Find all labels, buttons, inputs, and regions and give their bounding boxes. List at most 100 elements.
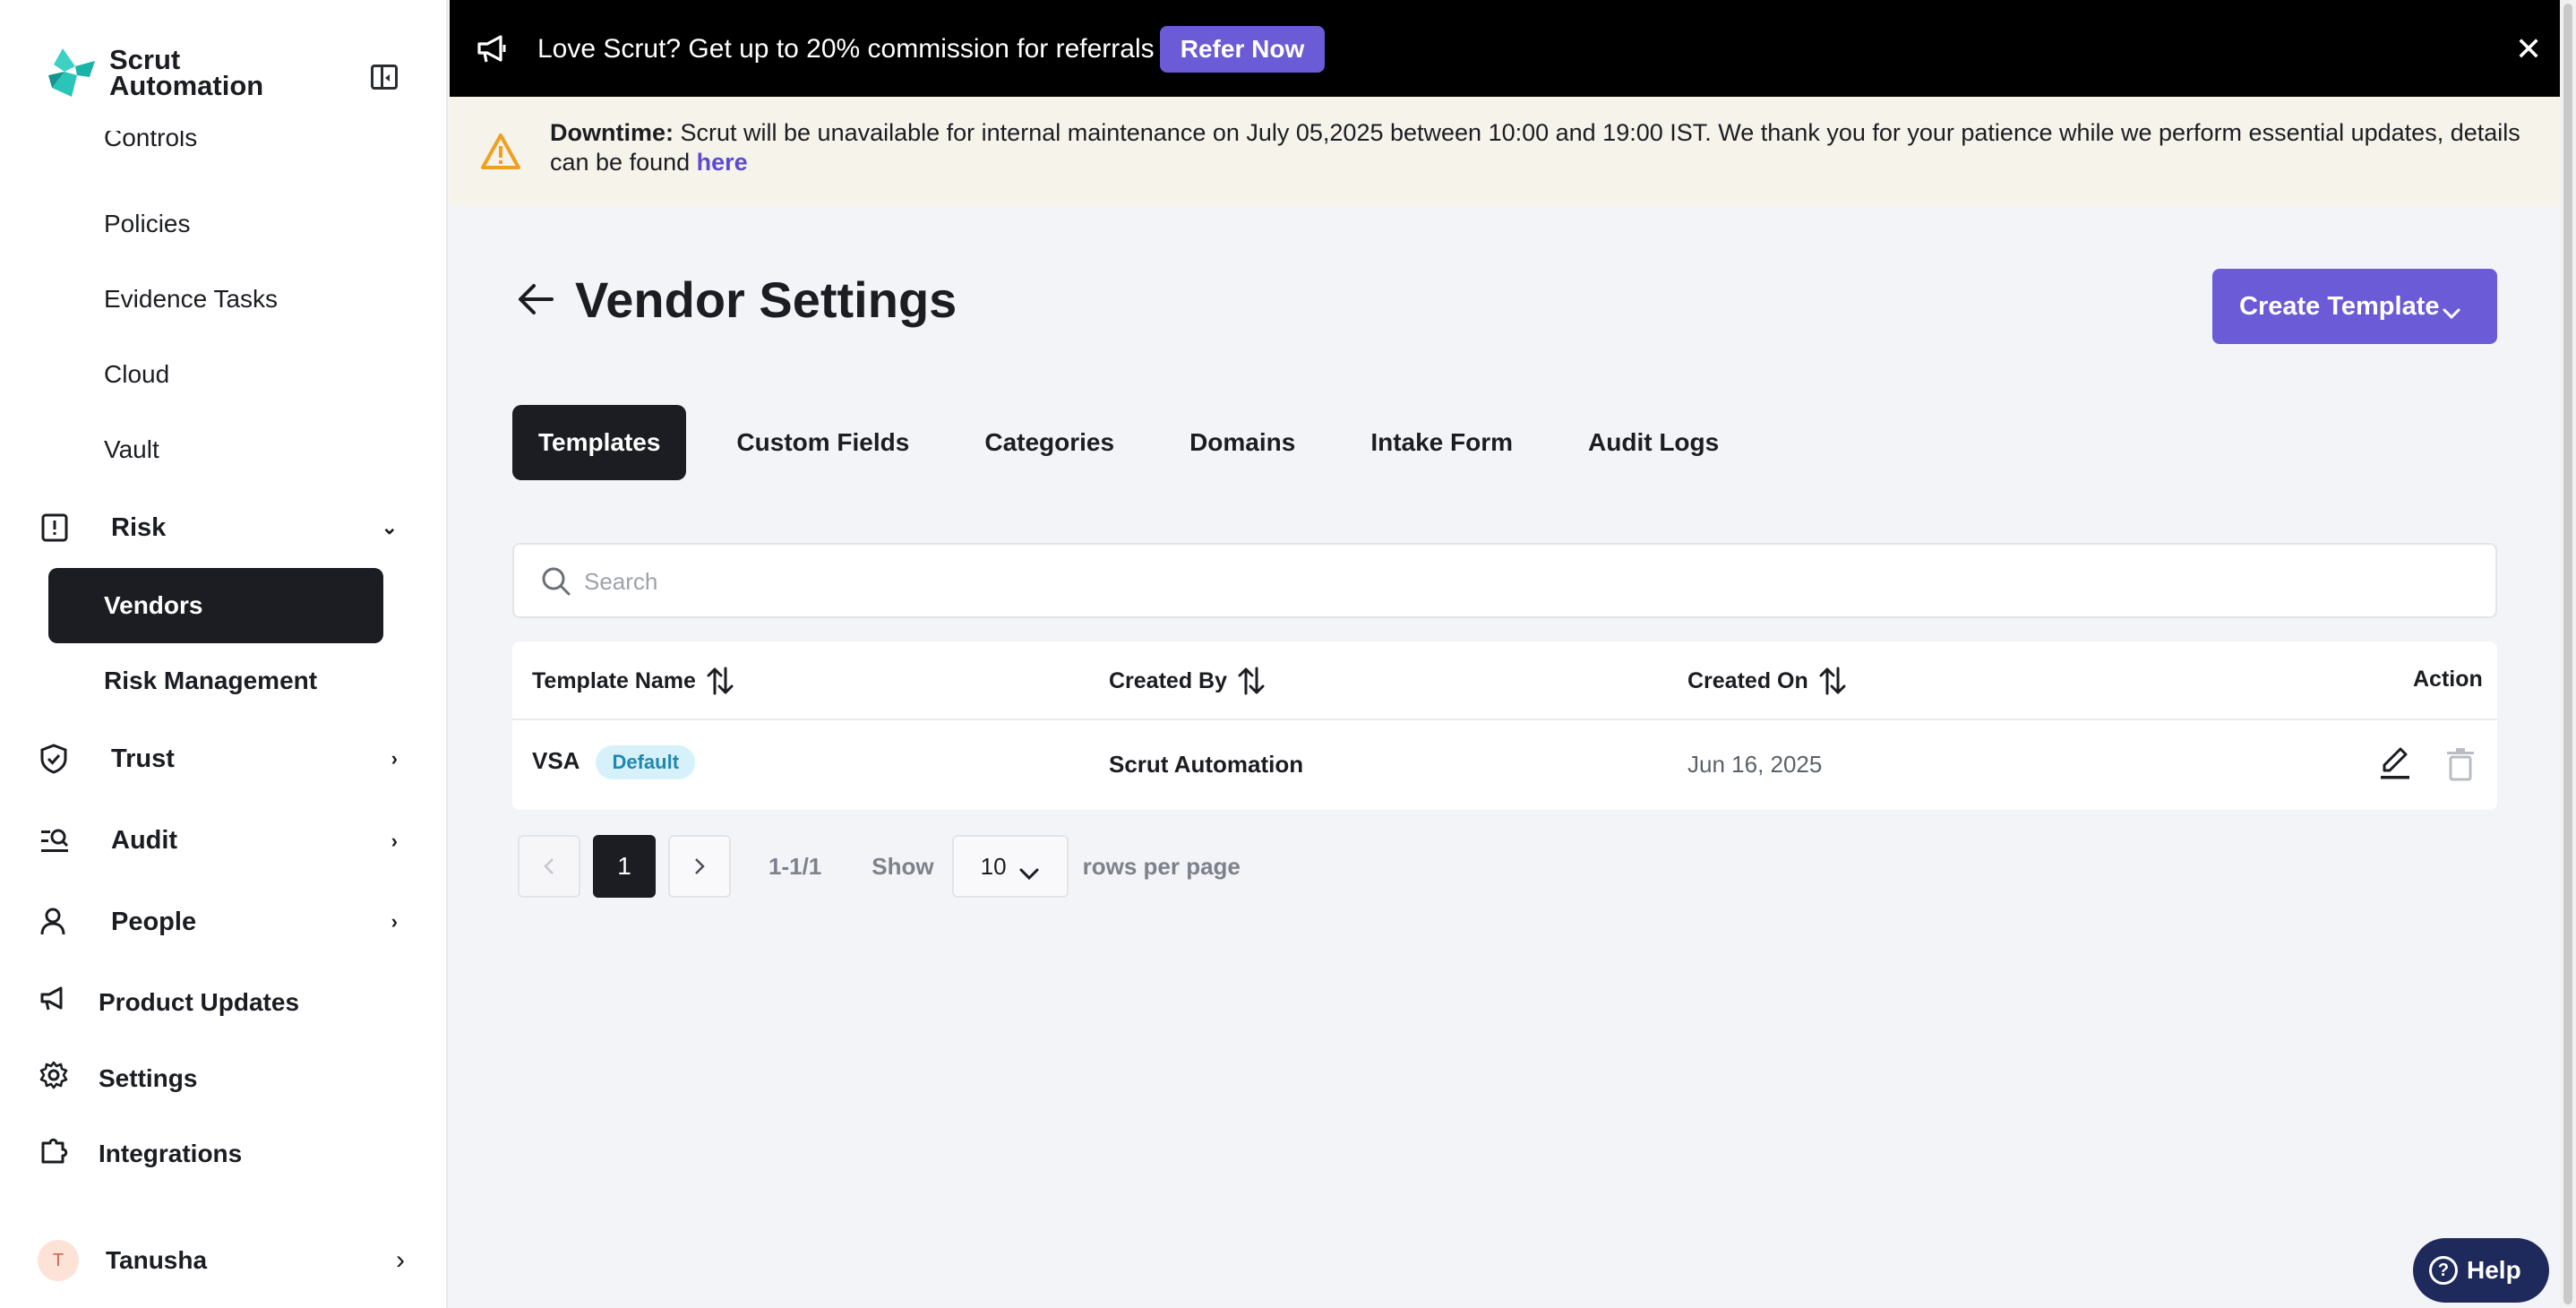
pagination: 1 1-1/1 Show 10 rows per page bbox=[518, 835, 1241, 898]
create-template-label: Create Template bbox=[2239, 291, 2440, 321]
risk-icon bbox=[39, 512, 82, 543]
sidebar-item-risk-management[interactable]: Risk Management bbox=[104, 667, 317, 695]
search-icon bbox=[541, 566, 571, 601]
megaphone-icon bbox=[39, 985, 75, 1019]
sidebar-item-people[interactable]: People › bbox=[39, 907, 398, 937]
page-number-button[interactable]: 1 bbox=[593, 835, 656, 898]
back-arrow-icon[interactable] bbox=[516, 280, 555, 323]
sidebar-item-settings[interactable]: Settings bbox=[39, 1061, 197, 1096]
sidebar-item-cloud[interactable]: Cloud bbox=[104, 360, 169, 389]
sidebar-item-label: Risk bbox=[111, 512, 167, 542]
next-page-button[interactable] bbox=[668, 835, 731, 898]
sidebar-item-integrations[interactable]: Integrations bbox=[39, 1136, 242, 1171]
help-label: Help bbox=[2467, 1256, 2521, 1284]
person-icon bbox=[39, 907, 82, 937]
page-title: Vendor Settings bbox=[575, 271, 957, 328]
sidebar-item-label: Integrations bbox=[99, 1139, 243, 1167]
chevron-right-icon: › bbox=[391, 829, 398, 852]
page-size-value: 10 bbox=[980, 852, 1007, 880]
tab-domains[interactable]: Domains bbox=[1189, 405, 1295, 480]
sort-icon bbox=[707, 667, 734, 695]
banner-text: Love Scrut? Get up to 20% commission for… bbox=[537, 34, 1155, 64]
page-scrollbar[interactable] bbox=[2560, 0, 2576, 1308]
table-row[interactable]: VSA Default Scrut Automation Jun 16, 2025 bbox=[512, 720, 2497, 810]
scrut-logo-icon bbox=[48, 48, 95, 97]
chevron-down-icon: ⌄ bbox=[381, 516, 398, 538]
shield-check-icon bbox=[39, 744, 82, 774]
avatar: T bbox=[38, 1240, 79, 1281]
collapse-sidebar-icon[interactable] bbox=[371, 65, 398, 90]
user-menu[interactable]: T Tanusha › bbox=[38, 1240, 405, 1281]
template-name-cell: VSA Default bbox=[532, 745, 696, 779]
column-action: Action bbox=[2413, 667, 2483, 692]
sidebar-item-controls[interactable]: Controls bbox=[104, 131, 197, 158]
sidebar-item-evidence-tasks[interactable]: Evidence Tasks bbox=[104, 285, 278, 314]
tab-audit-logs[interactable]: Audit Logs bbox=[1588, 405, 1719, 480]
logo-text: Scrut Automation bbox=[109, 44, 264, 101]
sidebar-item-vault[interactable]: Vault bbox=[104, 435, 159, 464]
user-name: Tanusha bbox=[106, 1246, 208, 1274]
chevron-right-icon: › bbox=[396, 1245, 405, 1275]
column-created-on[interactable]: Created On bbox=[1687, 667, 1846, 695]
gear-icon bbox=[39, 1061, 75, 1096]
create-template-button[interactable]: Create Template bbox=[2212, 269, 2497, 344]
sidebar-item-audit[interactable]: Audit › bbox=[39, 826, 398, 856]
chevron-down-icon bbox=[2442, 297, 2461, 327]
sidebar-item-label: Settings bbox=[99, 1063, 198, 1092]
scrollbar-thumb[interactable] bbox=[2563, 4, 2572, 1304]
notice-label: Downtime: bbox=[550, 119, 674, 146]
puzzle-icon bbox=[39, 1136, 75, 1171]
chevron-left-icon bbox=[544, 858, 554, 874]
sidebar-item-trust[interactable]: Trust › bbox=[39, 744, 398, 774]
edit-icon[interactable] bbox=[2379, 745, 2411, 786]
show-label: Show bbox=[872, 852, 934, 880]
column-created-by[interactable]: Created By bbox=[1109, 667, 1265, 695]
column-template-name[interactable]: Template Name bbox=[532, 667, 734, 695]
sidebar-item-label: Audit bbox=[111, 826, 178, 855]
sort-icon bbox=[1238, 667, 1265, 695]
notice-text: Downtime: Scrut will be unavailable for … bbox=[550, 118, 2547, 177]
delete-icon[interactable] bbox=[2445, 747, 2476, 786]
chevron-right-icon bbox=[695, 858, 705, 874]
tab-custom-fields[interactable]: Custom Fields bbox=[736, 405, 909, 480]
chevron-right-icon: › bbox=[391, 910, 398, 933]
search-input[interactable] bbox=[584, 561, 2465, 602]
notice-body: Scrut will be unavailable for internal m… bbox=[550, 119, 2520, 176]
sidebar-item-product-updates[interactable]: Product Updates bbox=[39, 985, 299, 1019]
chevron-right-icon: › bbox=[391, 747, 398, 770]
app-logo[interactable]: Scrut Automation bbox=[45, 45, 263, 100]
sidebar-item-policies[interactable]: Policies bbox=[104, 210, 190, 238]
default-badge: Default bbox=[596, 745, 696, 779]
sidebar: Scrut Automation Controls Policies Evide… bbox=[0, 0, 448, 1308]
megaphone-icon bbox=[477, 34, 509, 69]
sidebar-item-risk[interactable]: Risk ⌄ bbox=[39, 512, 398, 543]
template-name: VSA bbox=[532, 746, 580, 774]
table-header: Template Name Created By Created On Acti… bbox=[512, 641, 2497, 720]
page-size-select[interactable]: 10 bbox=[951, 835, 1069, 898]
prev-page-button[interactable] bbox=[518, 835, 580, 898]
help-button[interactable]: ? Help bbox=[2413, 1238, 2549, 1303]
refer-now-button[interactable]: Refer Now bbox=[1160, 26, 1325, 73]
page-range: 1-1/1 bbox=[769, 852, 822, 880]
sort-icon bbox=[1819, 667, 1846, 695]
tab-templates[interactable]: Templates bbox=[512, 405, 687, 480]
created-on-cell: Jun 16, 2025 bbox=[1687, 751, 1823, 778]
sidebar-item-label: Trust bbox=[111, 744, 175, 773]
sidebar-item-label: Product Updates bbox=[99, 987, 300, 1016]
sidebar-item-vendors[interactable]: Vendors bbox=[48, 568, 383, 643]
notice-link[interactable]: here bbox=[697, 149, 748, 176]
sidebar-item-label: People bbox=[111, 907, 197, 936]
audit-icon bbox=[39, 828, 82, 855]
search-box bbox=[512, 543, 2497, 618]
tab-intake-form[interactable]: Intake Form bbox=[1370, 405, 1513, 480]
warning-icon bbox=[480, 133, 521, 175]
created-by-cell: Scrut Automation bbox=[1109, 751, 1304, 778]
referral-banner: Love Scrut? Get up to 20% commission for… bbox=[450, 0, 2560, 97]
chevron-down-icon bbox=[1018, 860, 1040, 888]
downtime-notice: Downtime: Scrut will be unavailable for … bbox=[450, 97, 2560, 206]
close-icon[interactable]: ✕ bbox=[2515, 33, 2542, 65]
settings-tabs: Templates Custom Fields Categories Domai… bbox=[512, 405, 1794, 480]
templates-table: Template Name Created By Created On Acti… bbox=[512, 641, 2497, 810]
tab-categories[interactable]: Categories bbox=[984, 405, 1114, 480]
question-icon: ? bbox=[2429, 1256, 2458, 1285]
